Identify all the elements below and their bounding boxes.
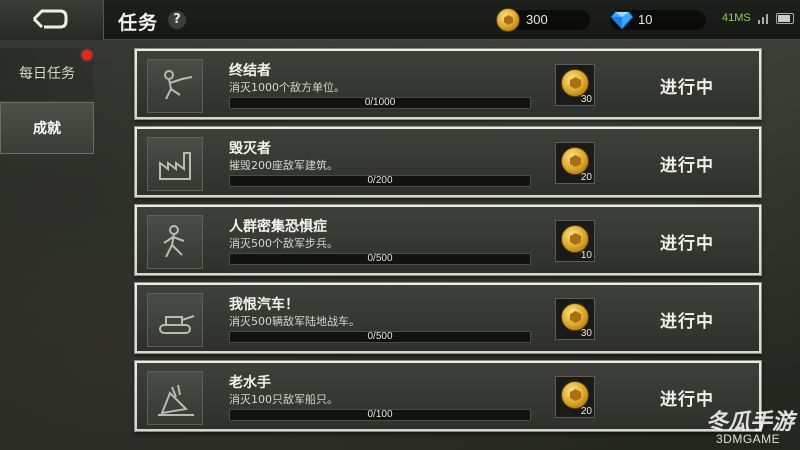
- reward-box[interactable]: 30: [555, 298, 595, 340]
- gem-counter[interactable]: 10: [610, 10, 706, 30]
- gold-counter[interactable]: 300: [496, 8, 590, 32]
- reward-box[interactable]: 20: [555, 142, 595, 184]
- reward-box[interactable]: 10: [555, 220, 595, 262]
- reward-box[interactable]: 30: [555, 64, 595, 106]
- mission-card[interactable]: 我恨汽车！ 消灭500辆敌军陆地战车。 0/500 30 进行中: [134, 282, 762, 354]
- watermark-sub: 3DMGAME: [716, 432, 781, 446]
- sinking-ship-icon: [147, 371, 203, 425]
- ping-readout: 41MS: [722, 12, 751, 24]
- mission-name: 老水手: [229, 375, 271, 391]
- mission-name: 终结者: [229, 63, 271, 79]
- progress-text: 0/200: [367, 175, 393, 186]
- tab-daily-tasks[interactable]: 每日任务: [0, 48, 94, 100]
- infantry-icon: [147, 215, 203, 269]
- reward-box[interactable]: 20: [555, 376, 595, 418]
- reward-amount: 30: [580, 328, 592, 339]
- mission-name: 人群密集恐惧症: [229, 219, 327, 235]
- reward-amount: 20: [580, 406, 592, 417]
- tank-icon: [147, 293, 203, 347]
- mission-card[interactable]: 人群密集恐惧症 消灭500个敌军步兵。 0/500 10 进行中: [134, 204, 762, 276]
- mission-description: 消灭500个敌军步兵。: [229, 237, 338, 250]
- mission-status: 进行中: [660, 234, 714, 254]
- progress-bar: 0/500: [229, 331, 531, 343]
- gold-coin-icon: [561, 147, 589, 175]
- gold-coin-icon: [561, 381, 589, 409]
- gold-coin-icon: [561, 69, 589, 97]
- progress-text: 0/100: [367, 409, 393, 420]
- notification-badge: [82, 50, 92, 60]
- back-arrow-icon: [32, 9, 68, 29]
- reward-amount: 10: [580, 250, 592, 261]
- gold-amount: 300: [526, 12, 548, 27]
- wifi-signal-icon: [758, 14, 768, 24]
- top-bar: 任务 ? 300 10 41MS: [0, 0, 800, 40]
- mission-card[interactable]: 老水手 消灭100只敌军船只。 0/100 20 进行中: [134, 360, 762, 432]
- progress-bar: 0/500: [229, 253, 531, 265]
- progress-bar: 0/1000: [229, 97, 531, 109]
- reward-amount: 30: [580, 94, 592, 105]
- tab-daily-tasks-label: 每日任务: [19, 66, 75, 82]
- mission-name: 毁灭者: [229, 141, 271, 157]
- factory-icon: [147, 137, 203, 191]
- gold-coin-icon: [561, 303, 589, 331]
- progress-bar: 0/100: [229, 409, 531, 421]
- gold-coin-icon: [561, 225, 589, 253]
- mission-status: 进行中: [660, 78, 714, 98]
- back-button[interactable]: [0, 0, 104, 40]
- progress-bar: 0/200: [229, 175, 531, 187]
- soldier-icon: [147, 59, 203, 113]
- reward-amount: 20: [580, 172, 592, 183]
- mission-name: 我恨汽车！: [229, 297, 299, 313]
- site-watermark: 冬瓜手游 3DMGAME: [676, 408, 800, 450]
- progress-text: 0/500: [367, 331, 393, 342]
- mission-description: 消灭500辆敌军陆地战车。: [229, 315, 360, 328]
- mission-description: 消灭1000个敌方单位。: [229, 81, 345, 94]
- progress-text: 0/500: [367, 253, 393, 264]
- gold-coin-icon: [496, 8, 520, 32]
- mission-description: 消灭100只敌军船只。: [229, 393, 338, 406]
- sidebar: 每日任务 成就: [0, 40, 104, 450]
- help-icon[interactable]: ?: [168, 11, 186, 29]
- mission-card[interactable]: 毁灭者 摧毁200座敌军建筑。 0/200 20 进行中: [134, 126, 762, 198]
- tab-achievements[interactable]: 成就: [0, 102, 94, 154]
- tab-achievements-label: 成就: [33, 121, 61, 137]
- gem-amount: 10: [638, 12, 653, 27]
- page-title: 任务: [118, 12, 159, 34]
- diamond-icon: [610, 11, 634, 30]
- progress-text: 0/1000: [364, 97, 396, 108]
- mission-status: 进行中: [660, 156, 714, 176]
- mission-description: 摧毁200座敌军建筑。: [229, 159, 338, 172]
- battery-icon: [776, 13, 794, 24]
- mission-card[interactable]: 终结者 消灭1000个敌方单位。 0/1000 30 进行中: [134, 48, 762, 120]
- mission-status: 进行中: [660, 312, 714, 332]
